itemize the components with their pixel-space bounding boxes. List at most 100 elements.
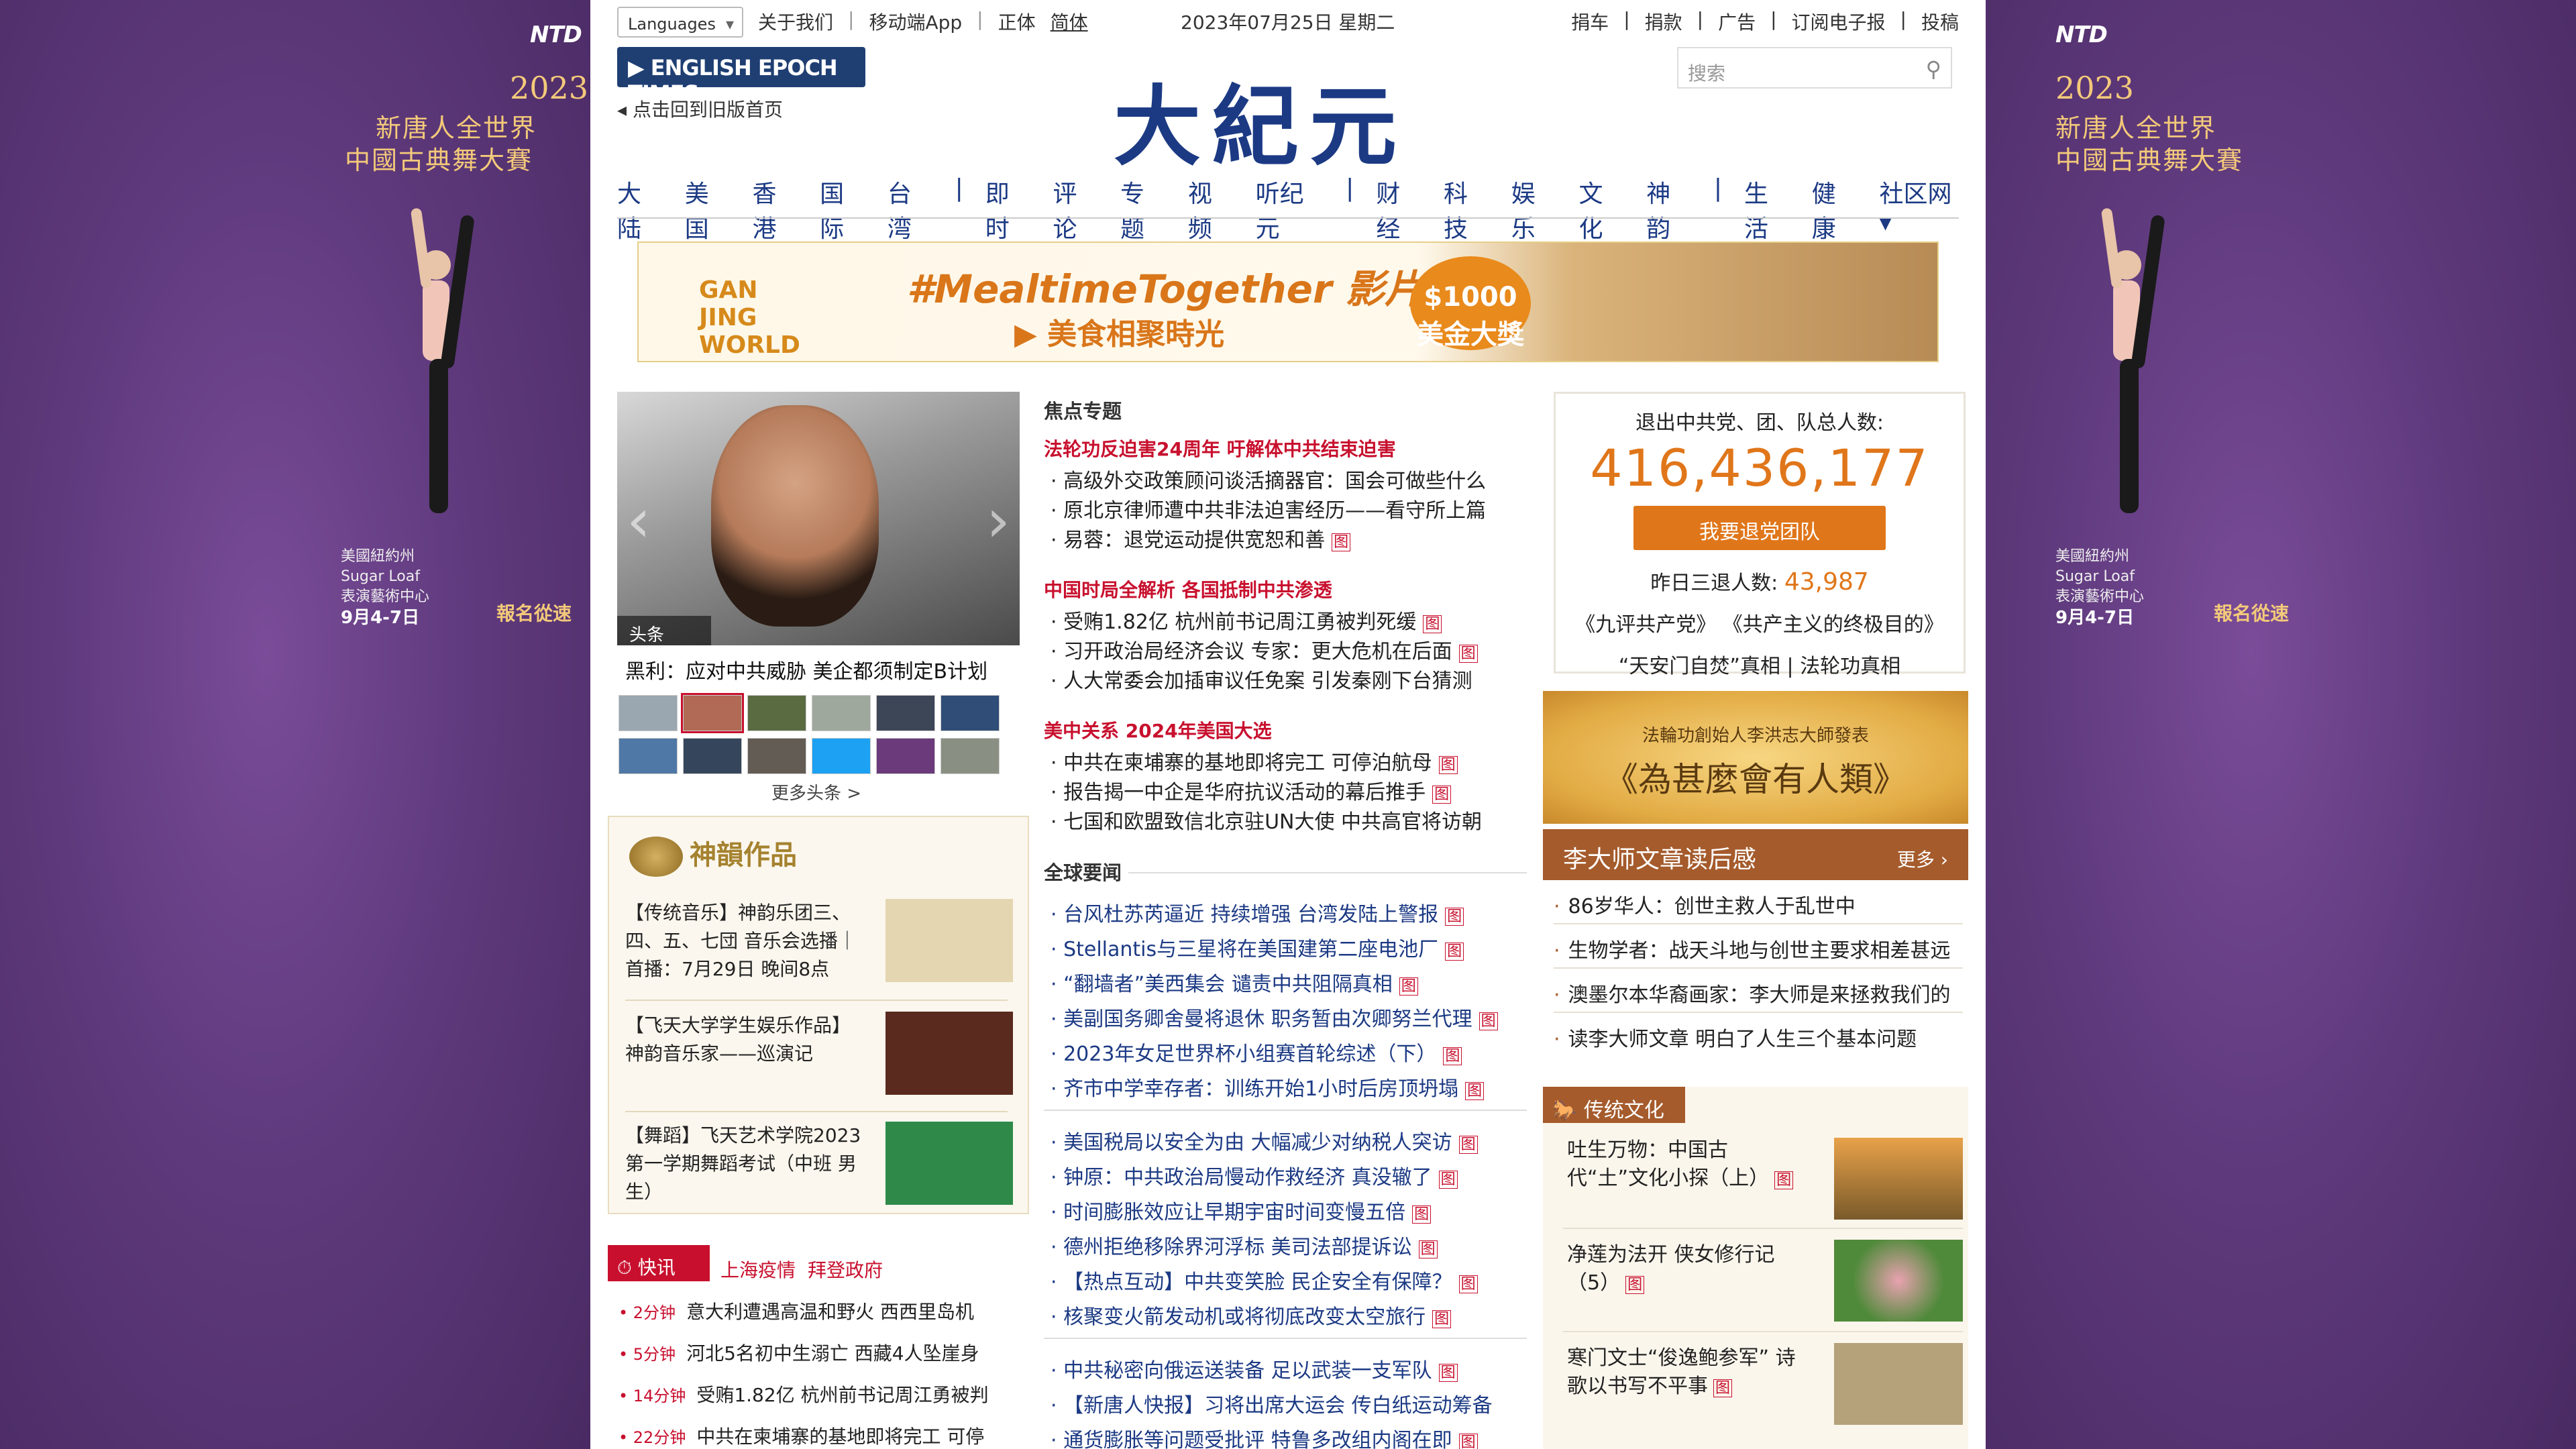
- nav-item[interactable]: 娱乐: [1511, 174, 1557, 243]
- search-input[interactable]: 搜索 ⚲: [1677, 47, 1952, 89]
- thumbnail[interactable]: [941, 738, 1000, 774]
- mealtime-banner-ad[interactable]: GAN JING WORLD #MealtimeTogether 影片獎 ▶ 美…: [637, 241, 1939, 362]
- news-link[interactable]: · 受贿1.82亿 杭州前书记周江勇被判死缓图: [1051, 605, 1442, 635]
- thumbnail[interactable]: [876, 738, 935, 774]
- nav-item[interactable]: 健康: [1812, 174, 1858, 243]
- news-link[interactable]: · 钟原：中共政治局慢动作救经济 真没辙了图: [1051, 1161, 1458, 1190]
- news-link[interactable]: · Stellantis与三星将在美国建第二座电池厂图: [1051, 932, 1464, 962]
- prev-arrow-icon[interactable]: ‹: [627, 486, 651, 556]
- news-link[interactable]: · 通货膨胀等问题受批评 特鲁多改组内阁在即图: [1051, 1424, 1478, 1449]
- thumbnail[interactable]: [812, 695, 871, 731]
- shenyun-item[interactable]: 【飞天大学学生娱乐作品】神韵音乐家——巡演记: [625, 1012, 1013, 1095]
- news-link[interactable]: · 2023年女足世界杯小组赛首轮综述（下）图: [1051, 1037, 1462, 1067]
- headline-slideshow[interactable]: ‹ › 头条 2/12: [617, 392, 1020, 666]
- truth-links[interactable]: “天安门自焚”真相 | 法轮功真相: [1556, 649, 1964, 679]
- donate-car-link[interactable]: 捐车: [1571, 8, 1609, 35]
- donate-link[interactable]: 捐款: [1645, 8, 1682, 35]
- app-link[interactable]: 移动端App: [869, 8, 962, 35]
- topic-title[interactable]: 中国时局全解析 各国抵制中共渗透: [1044, 576, 1332, 602]
- headline-caption[interactable]: 黑利：应对中共威胁 美企都须制定B计划: [625, 655, 987, 684]
- news-link[interactable]: · 中共秘密向俄运送装备 足以武装一支军队图: [1051, 1354, 1458, 1383]
- li-article-link[interactable]: · 读李大师文章 明白了人生三个基本问题: [1554, 1022, 1963, 1052]
- news-link[interactable]: · 中共在柬埔寨的基地即将完工 可停泊航母图: [1051, 746, 1458, 775]
- nav-item[interactable]: 社区网▾: [1879, 174, 1959, 237]
- traditional-link[interactable]: 正体: [998, 8, 1036, 35]
- culture-item[interactable]: 寒门文士“俊逸鲍参军” 诗歌以书写不平事图: [1567, 1344, 1809, 1403]
- li-article-link[interactable]: · 澳墨尔本华裔画家：李大师是来拯救我们的: [1554, 978, 1963, 1008]
- li-article-link[interactable]: · 生物学者：战天斗地与创世主要求相差甚远: [1554, 934, 1963, 963]
- nav-item[interactable]: 香港: [752, 174, 798, 243]
- search-icon[interactable]: ⚲: [1926, 56, 1941, 82]
- old-home-link[interactable]: ◂ 点击回到旧版首页: [617, 95, 783, 122]
- nav-item[interactable]: 大陆: [617, 174, 663, 243]
- more-link[interactable]: 更多 ›: [1897, 845, 1948, 872]
- nav-item[interactable]: 即时: [985, 174, 1031, 243]
- falun-article-banner[interactable]: 法輪功創始人李洪志大師發表 《為甚麼會有人類》: [1543, 691, 1968, 824]
- nav-item[interactable]: 专题: [1120, 174, 1166, 243]
- nav-item[interactable]: 视频: [1188, 174, 1234, 243]
- nav-item[interactable]: 美国: [685, 174, 731, 243]
- about-link[interactable]: 关于我们: [758, 8, 833, 35]
- site-logo[interactable]: 大紀元: [1114, 56, 1407, 182]
- flash-topic-link[interactable]: 拜登政府: [808, 1256, 883, 1283]
- nav-item[interactable]: 财经: [1376, 174, 1421, 243]
- li-articles-header[interactable]: 李大师文章读后感 更多 ›: [1543, 829, 1968, 880]
- news-link[interactable]: · 时间膨胀效应让早期宇宙时间变慢五倍图: [1051, 1195, 1432, 1225]
- news-link[interactable]: · 易蓉：退党运动提供宽恕和善图: [1051, 523, 1351, 553]
- english-epoch-times-button[interactable]: ▶ ENGLISH EPOCH TIMES: [617, 47, 865, 106]
- culture-tag[interactable]: 🐎 传统文化: [1543, 1087, 1685, 1123]
- culture-image[interactable]: [1834, 1138, 1963, 1220]
- nav-item[interactable]: 台湾: [888, 174, 933, 243]
- news-link[interactable]: · 台风杜苏芮逼近 持续增强 台湾发陆上警报图: [1051, 898, 1464, 927]
- ads-link[interactable]: 广告: [1718, 8, 1756, 35]
- flash-item[interactable]: • 2分钟 意大利遭遇高温和野火 西西里岛机: [619, 1297, 1021, 1324]
- flash-topic-link[interactable]: 上海疫情: [720, 1256, 796, 1283]
- thumbnail[interactable]: [747, 695, 806, 731]
- language-select[interactable]: Languages ▾: [617, 7, 743, 38]
- flash-tag[interactable]: ⏱ 快讯: [608, 1245, 710, 1281]
- nav-item[interactable]: 文化: [1578, 174, 1624, 243]
- news-link[interactable]: · 【热点互动】中共变笑脸 民企安全有保障？图: [1051, 1265, 1478, 1295]
- news-link[interactable]: · 【新唐人快报】习将出席大运会 传白纸运动筹备: [1051, 1389, 1493, 1418]
- thumbnail[interactable]: [812, 738, 871, 774]
- news-link[interactable]: · 美国税局以安全为由 大幅减少对纳税人突访图: [1051, 1126, 1478, 1155]
- news-link[interactable]: · 德州拒绝移除界河浮标 美司法部提诉讼图: [1051, 1230, 1438, 1260]
- culture-item[interactable]: 净莲为法开 侠女修行记（5）图: [1567, 1241, 1809, 1299]
- flash-item[interactable]: • 14分钟 受贿1.82亿 杭州前书记周江勇被判: [619, 1381, 1021, 1407]
- nav-item[interactable]: 神韵: [1646, 174, 1692, 243]
- li-article-link[interactable]: · 86岁华人：创世主救人于乱世中: [1554, 890, 1963, 919]
- right-ad-banner[interactable]: NTD 2023 新唐人全世界 中國古典舞大賽 美國紐約州 Sugar Loaf 表…: [1986, 0, 2576, 1449]
- thumbnail[interactable]: [681, 693, 744, 733]
- nav-item[interactable]: 国际: [820, 174, 865, 243]
- flash-item[interactable]: • 22分钟 中共在柬埔寨的基地即将完工 可停: [619, 1422, 1021, 1449]
- topic-title[interactable]: 法轮功反迫害24周年 吁解体中共结束迫害: [1044, 435, 1396, 462]
- shenyun-header[interactable]: 神韻作品: [629, 833, 797, 877]
- thumbnail[interactable]: [619, 738, 678, 774]
- submit-link[interactable]: 投稿: [1921, 8, 1959, 35]
- quit-party-button[interactable]: 我要退党团队: [1633, 506, 1886, 550]
- news-link[interactable]: · “翻墙者”美西集会 谴责中共阻隔真相图: [1051, 967, 1418, 997]
- next-arrow-icon[interactable]: ›: [986, 486, 1010, 556]
- shenyun-item[interactable]: 【舞蹈】飞天艺术学院2023第一学期舞蹈考试（中班 男生）: [625, 1122, 1013, 1206]
- news-link[interactable]: · 美副国务卿舍曼将退休 职务暂由次卿努兰代理图: [1051, 1002, 1498, 1032]
- nine-commentaries-link[interactable]: 《九评共产党》 《共产主义的终极目的》: [1556, 608, 1964, 637]
- news-link[interactable]: · 高级外交政策顾问谈活摘器官：国会可做些什么: [1051, 464, 1486, 494]
- thumbnail[interactable]: [876, 695, 935, 731]
- nav-item[interactable]: 听纪元: [1256, 174, 1324, 243]
- culture-image[interactable]: [1834, 1240, 1963, 1322]
- nav-item[interactable]: 科技: [1444, 174, 1489, 243]
- thumbnail[interactable]: [683, 738, 742, 774]
- thumbnail[interactable]: [941, 695, 1000, 731]
- flash-item[interactable]: • 5分钟 河北5名初中生溺亡 西藏4人坠崖身: [619, 1339, 1021, 1366]
- news-link[interactable]: · 原北京律师遭中共非法迫害经历——看守所上篇: [1051, 494, 1486, 523]
- culture-item[interactable]: 吐生万物：中国古代“土”文化小探（上）图: [1567, 1136, 1809, 1195]
- more-headlines-link[interactable]: 更多头条 >: [771, 780, 861, 804]
- topic-title[interactable]: 美中关系 2024年美国大选: [1044, 716, 1272, 743]
- nav-item[interactable]: 评论: [1053, 174, 1098, 243]
- nav-item[interactable]: 生活: [1744, 174, 1790, 243]
- news-link[interactable]: · 七国和欧盟致信北京驻UN大使 中共高官将访朝: [1051, 805, 1482, 835]
- culture-image[interactable]: [1834, 1343, 1963, 1425]
- news-link[interactable]: · 核聚变火箭发动机或将彻底改变太空旅行图: [1051, 1300, 1452, 1330]
- simplified-link[interactable]: 简体: [1051, 8, 1088, 35]
- news-link[interactable]: · 齐市中学幸存者：训练开始1小时后房顶坍塌图: [1051, 1072, 1485, 1102]
